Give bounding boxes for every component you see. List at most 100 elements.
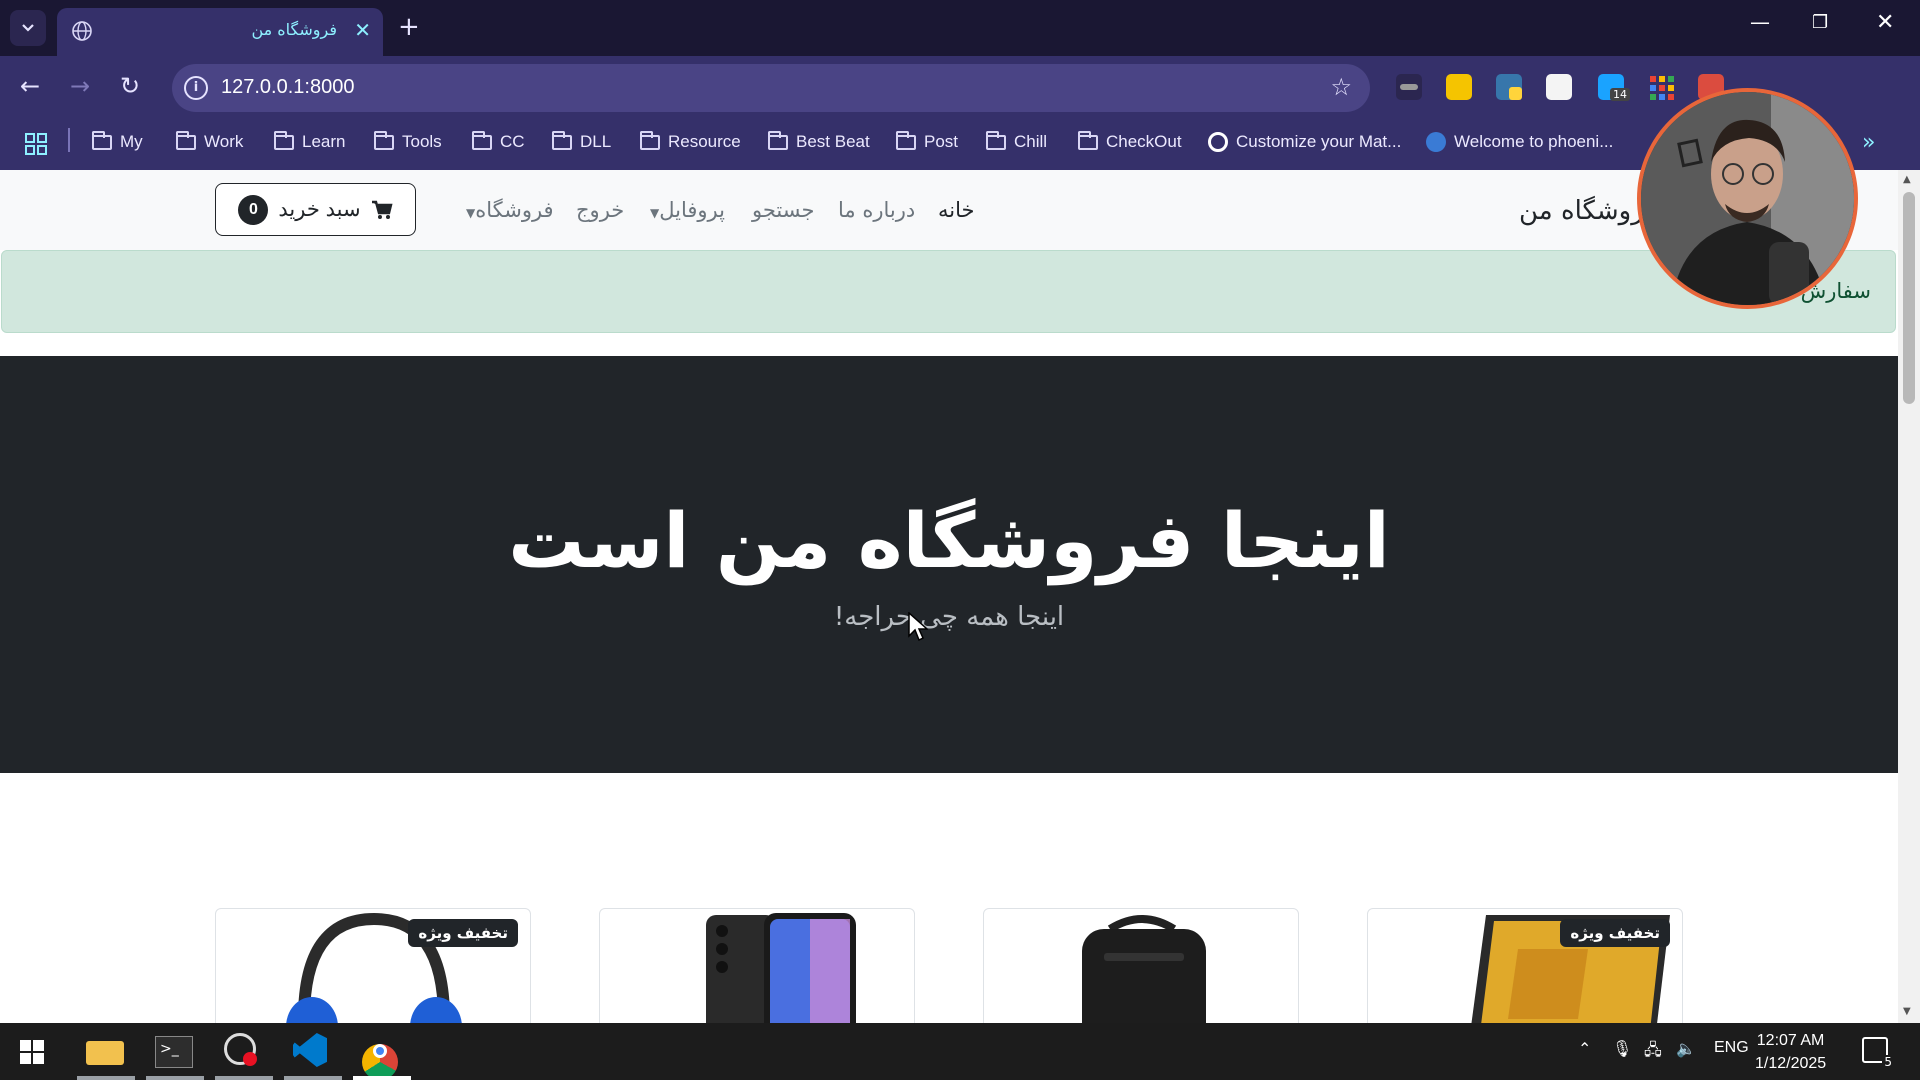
apps-grid-icon[interactable]	[24, 132, 48, 156]
tray-overflow-chevron-icon[interactable]: ⌃	[1578, 1039, 1591, 1059]
windows-taskbar: >_ ⌃ 🎙 🖧 🔈 ENG 12:07 AM 1/12/2025 5	[0, 1023, 1920, 1080]
close-window-button[interactable]: ✕	[1876, 10, 1894, 35]
extension-apps-icon[interactable]	[1648, 74, 1674, 100]
caret-down-icon: ▼	[466, 206, 476, 220]
more-bookmarks-chevron-icon[interactable]: »	[1862, 130, 1875, 155]
bookmark-work[interactable]: Work	[176, 130, 243, 152]
minimize-button[interactable]: —	[1750, 10, 1770, 34]
nav-shop-dropdown[interactable]: فروشگاه▼	[466, 198, 554, 222]
folder-icon	[768, 130, 788, 150]
bookmark-customize[interactable]: Customize your Mat...	[1208, 132, 1401, 152]
extension-python-icon[interactable]	[1496, 74, 1522, 100]
page-scrollbar[interactable]: ▲ ▼	[1898, 170, 1920, 1023]
folder-icon	[472, 130, 492, 150]
terminal-icon[interactable]: >_	[155, 1033, 193, 1071]
globe-icon	[72, 21, 92, 41]
extension-glasses-icon[interactable]	[1396, 74, 1422, 100]
cart-count-badge: 0	[238, 194, 269, 225]
nav-logout-link[interactable]: خروج	[576, 198, 624, 222]
hero-section: اینجا فروشگاه من است اینجا همه چی حراجه!	[0, 356, 1898, 773]
windows-start-icon[interactable]	[20, 1040, 44, 1064]
scroll-down-arrow-icon[interactable]: ▼	[1903, 1006, 1911, 1017]
back-button[interactable]: ←	[20, 72, 40, 100]
system-clock[interactable]: 12:07 AM 1/12/2025	[1755, 1029, 1826, 1075]
bookmark-best-beat[interactable]: Best Beat	[768, 130, 870, 152]
notification-count: 5	[1882, 1055, 1894, 1069]
folder-icon	[92, 130, 112, 150]
address-bar[interactable]: i 127.0.0.1:8000 ☆	[172, 64, 1370, 112]
tab-title: فروشگاه من	[251, 20, 337, 39]
clock-time: 12:07 AM	[1756, 1032, 1825, 1049]
bookmark-chill[interactable]: Chill	[986, 130, 1047, 152]
bookmark-my[interactable]: My	[92, 130, 143, 152]
hero-title: اینجا فروشگاه من است	[508, 496, 1390, 585]
clock-date: 1/12/2025	[1755, 1055, 1827, 1072]
product-card[interactable]	[983, 908, 1299, 1023]
scroll-up-arrow-icon[interactable]: ▲	[1903, 174, 1911, 185]
scroll-thumb[interactable]	[1903, 192, 1915, 404]
smartphone-image	[706, 913, 856, 1023]
info-icon[interactable]: i	[184, 76, 208, 100]
folder-icon	[1078, 130, 1098, 150]
page-viewport: فروشگاه من خانه درباره ما جستجو پروفایل▼…	[0, 170, 1898, 1023]
folder-icon	[896, 130, 916, 150]
tab-search-button[interactable]	[10, 10, 46, 46]
notification-center-icon[interactable]: 5	[1862, 1037, 1894, 1069]
nav-home-link[interactable]: خانه	[938, 198, 974, 222]
extension-badge-icon[interactable]: 14	[1598, 74, 1630, 101]
language-indicator[interactable]: ENG	[1714, 1039, 1749, 1057]
cart-icon	[371, 200, 393, 219]
folder-icon	[176, 130, 196, 150]
bookmark-phoenix[interactable]: Welcome to phoeni...	[1426, 132, 1613, 152]
new-tab-button[interactable]: +	[398, 12, 420, 42]
phoenix-favicon-icon	[1426, 132, 1446, 152]
bookmark-resource[interactable]: Resource	[640, 130, 741, 152]
bookmark-dll[interactable]: DLL	[552, 130, 611, 152]
nav-profile-dropdown[interactable]: پروفایل▼	[650, 198, 725, 222]
folder-icon	[374, 130, 394, 150]
product-card[interactable]	[599, 908, 915, 1023]
vscode-icon[interactable]	[293, 1033, 331, 1071]
backpack-image	[1082, 915, 1206, 1023]
bookmark-cc[interactable]: CC	[472, 130, 525, 152]
chrome-icon[interactable]	[362, 1033, 400, 1080]
extension-yellow-icon[interactable]	[1446, 74, 1472, 100]
network-icon[interactable]: 🖧	[1644, 1039, 1662, 1066]
forward-button[interactable]: →	[70, 72, 90, 100]
file-explorer-icon[interactable]	[86, 1033, 124, 1071]
bookmark-star-icon[interactable]: ☆	[1330, 73, 1352, 101]
tab-close-icon[interactable]: ✕	[354, 18, 371, 42]
bookmark-tools[interactable]: Tools	[374, 130, 442, 152]
product-card[interactable]: تخفیف ویژه	[1367, 908, 1683, 1023]
nav-about-link[interactable]: درباره ما	[838, 198, 915, 222]
nav-profile-label: پروفایل	[659, 198, 725, 222]
taskbar-active-indicator	[353, 1076, 411, 1080]
reload-button[interactable]: ↻	[120, 72, 140, 100]
special-discount-badge: تخفیف ویژه	[408, 919, 518, 947]
mouse-cursor-icon	[908, 612, 928, 642]
nav-search-link[interactable]: جستجو	[752, 198, 814, 222]
site-navbar: فروشگاه من خانه درباره ما جستجو پروفایل▼…	[0, 170, 1898, 250]
recorder-icon[interactable]	[224, 1033, 262, 1071]
folder-icon	[640, 130, 660, 150]
taskbar-active-indicator	[77, 1076, 135, 1080]
extension-notepad-icon[interactable]	[1546, 74, 1572, 100]
bookmark-checkout[interactable]: CheckOut	[1078, 130, 1182, 152]
product-card[interactable]: تخفیف ویژه	[215, 908, 531, 1023]
volume-icon[interactable]: 🔈	[1676, 1039, 1696, 1059]
bookmark-learn[interactable]: Learn	[274, 130, 345, 152]
restore-button[interactable]: ❐	[1812, 12, 1828, 33]
success-alert: سفارش ...	[1, 250, 1896, 333]
webcam-overlay	[1637, 88, 1858, 309]
taskbar-active-indicator	[284, 1076, 342, 1080]
cart-button[interactable]: سبد خرید 0	[215, 183, 416, 236]
caret-down-icon: ▼	[650, 206, 660, 220]
browser-tab[interactable]: فروشگاه من ✕	[57, 8, 383, 56]
cart-label: سبد خرید	[278, 198, 361, 221]
url-text[interactable]: 127.0.0.1:8000	[221, 76, 354, 99]
folder-icon	[986, 130, 1006, 150]
microphone-icon[interactable]: 🎙	[1612, 1039, 1632, 1059]
bookmarks-bar: My Work Learn Tools CC DLL Resource Best…	[0, 120, 1920, 170]
nav-shop-label: فروشگاه	[475, 198, 554, 222]
bookmark-post[interactable]: Post	[896, 130, 958, 152]
